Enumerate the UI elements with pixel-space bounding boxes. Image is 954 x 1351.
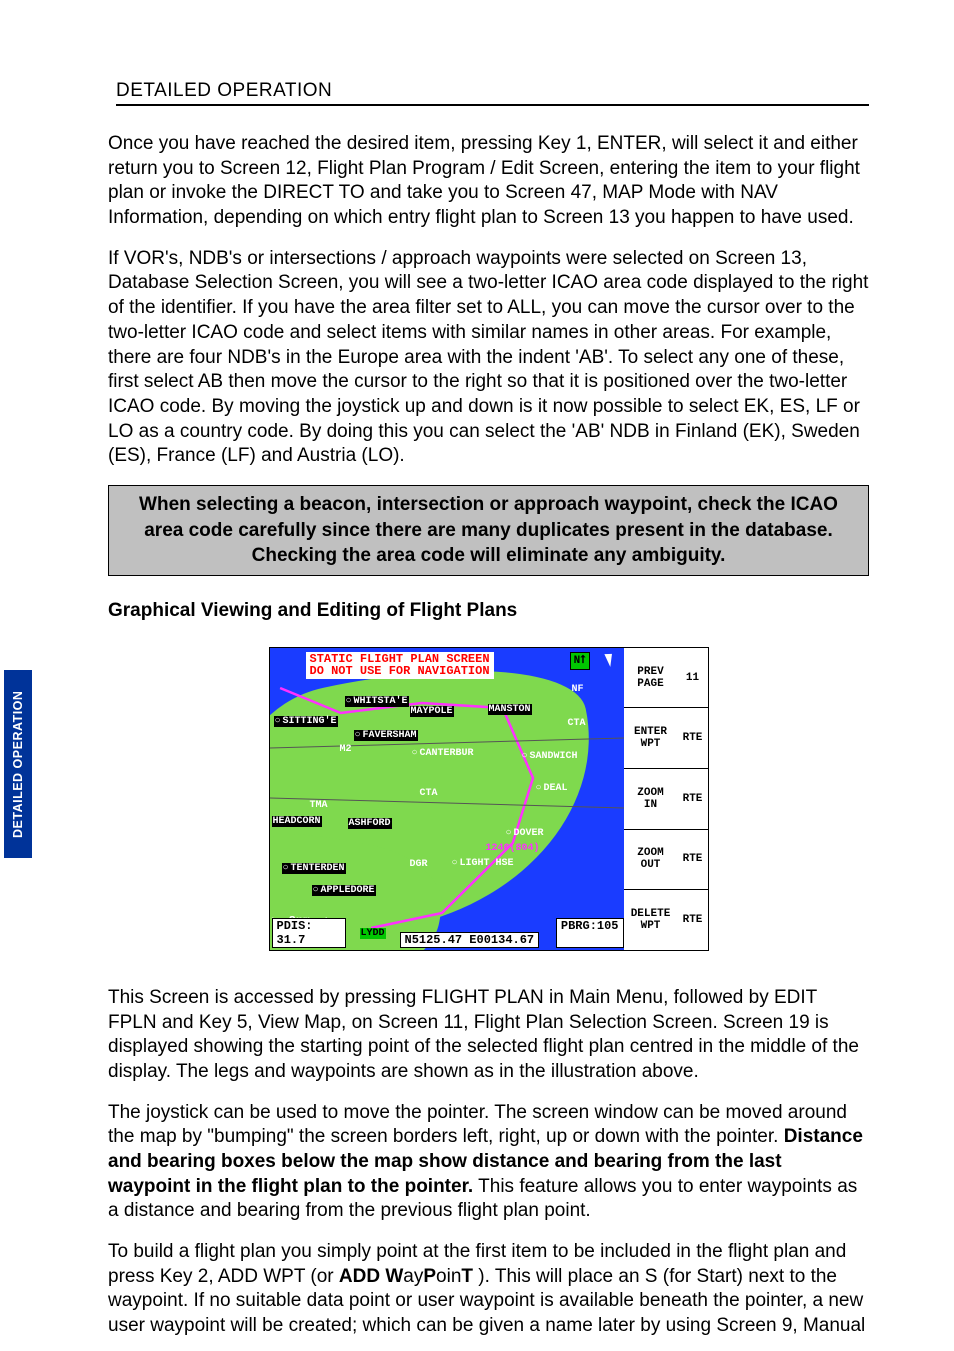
label-nf: NF [571, 684, 583, 695]
label-m2: M2 [340, 744, 352, 755]
subheading: Graphical Viewing and Editing of Flight … [108, 600, 869, 622]
aux-rte: RTE [678, 889, 708, 950]
softkey-line2: IN [644, 799, 657, 811]
softkey-line1: ZOOM [637, 787, 663, 799]
label-ashford: ASHFORD [348, 818, 392, 829]
callout-box: When selecting a beacon, intersection or… [108, 485, 869, 576]
pbrg-box: PBRG:105 [556, 918, 624, 948]
label-dover: DOVER [506, 828, 544, 839]
label-canterbury: CANTERBUR [412, 748, 474, 759]
softkey-column: PREV PAGE ENTER WPT ZOOM IN ZOOM OUT DEL… [624, 648, 678, 950]
label-dgr: DGR [410, 859, 428, 870]
softkey-line1: ZOOM [637, 847, 663, 859]
figure: STATIC FLIGHT PLAN SCREEN DO NOT USE FOR… [108, 648, 869, 950]
label-cta2: CTA [420, 788, 438, 799]
softkey-zoom-out[interactable]: ZOOM OUT [624, 829, 678, 890]
softkey-line2: WPT [641, 738, 661, 750]
section-heading: DETAILED OPERATION [116, 80, 869, 106]
paragraph-4: The joystick can be used to move the poi… [108, 1101, 869, 1224]
softkey-zoom-in[interactable]: ZOOM IN [624, 768, 678, 829]
paragraph-1: Once you have reached the desired item, … [108, 132, 869, 231]
map-area[interactable]: STATIC FLIGHT PLAN SCREEN DO NOT USE FOR… [270, 648, 624, 950]
screen-title: STATIC FLIGHT PLAN SCREEN DO NOT USE FOR… [306, 652, 494, 679]
side-tab: DETAILED OPERATION [4, 670, 32, 858]
p5-b4: oin [436, 1266, 461, 1287]
paragraph-5: To build a flight plan you simply point … [108, 1240, 869, 1339]
softkey-line2: OUT [641, 859, 661, 871]
label-maypole: MAYPOLE [410, 706, 454, 717]
label-code: 1246(804) [486, 843, 540, 854]
label-sittingbourne: SITTING'E [274, 716, 338, 727]
softkey-line1: ENTER [634, 726, 667, 738]
p5-b2: ay [403, 1266, 423, 1287]
aux-rte: RTE [678, 707, 708, 768]
device-screen: STATIC FLIGHT PLAN SCREEN DO NOT USE FOR… [270, 648, 708, 950]
aux-column: 11 RTE RTE RTE RTE [678, 648, 708, 950]
label-cta1: CTA [568, 718, 586, 729]
label-sandwich: SANDWICH [522, 751, 578, 762]
pdis-box: PDIS: 31.7 [272, 918, 346, 948]
p5-b1: ADD W [339, 1266, 403, 1287]
softkey-line1: DELETE [631, 908, 671, 920]
label-appledore: APPLEDORE [312, 885, 376, 896]
north-indicator-icon: N⭡ [570, 652, 590, 670]
softkey-line1: PREV [637, 666, 663, 678]
p5-b5: T [461, 1266, 473, 1287]
label-light-hse: LIGHT HSE [452, 858, 514, 869]
aux-11: 11 [678, 648, 708, 708]
softkey-enter-wpt[interactable]: ENTER WPT [624, 707, 678, 768]
softkey-delete-wpt[interactable]: DELETE WPT [624, 889, 678, 950]
aux-rte: RTE [678, 768, 708, 829]
label-tenterden: TENTERDEN [282, 863, 346, 874]
page: DETAILED OPERATION DETAILED OPERATION On… [0, 0, 954, 1351]
label-deal: DEAL [536, 783, 568, 794]
p4-part-a: The joystick can be used to move the poi… [108, 1102, 847, 1148]
label-whitstable: WHITSTA'E [345, 696, 409, 707]
softkey-line2: WPT [641, 920, 661, 932]
p5-b3: P [423, 1266, 436, 1287]
softkey-prev-page[interactable]: PREV PAGE [624, 648, 678, 708]
label-manston: MANSTON [488, 704, 532, 715]
paragraph-2: If VOR's, NDB's or intersections / appro… [108, 247, 869, 469]
label-faversham: FAVERSHAM [354, 730, 418, 741]
route-lines [270, 648, 624, 950]
aux-rte: RTE [678, 829, 708, 890]
label-headcorn: HEADCORN [272, 816, 322, 827]
label-tma: TMA [310, 800, 328, 811]
softkey-line2: PAGE [637, 678, 663, 690]
coords-box: N5125.47 E00134.67 [400, 932, 540, 948]
paragraph-3: This Screen is accessed by pressing FLIG… [108, 986, 869, 1085]
